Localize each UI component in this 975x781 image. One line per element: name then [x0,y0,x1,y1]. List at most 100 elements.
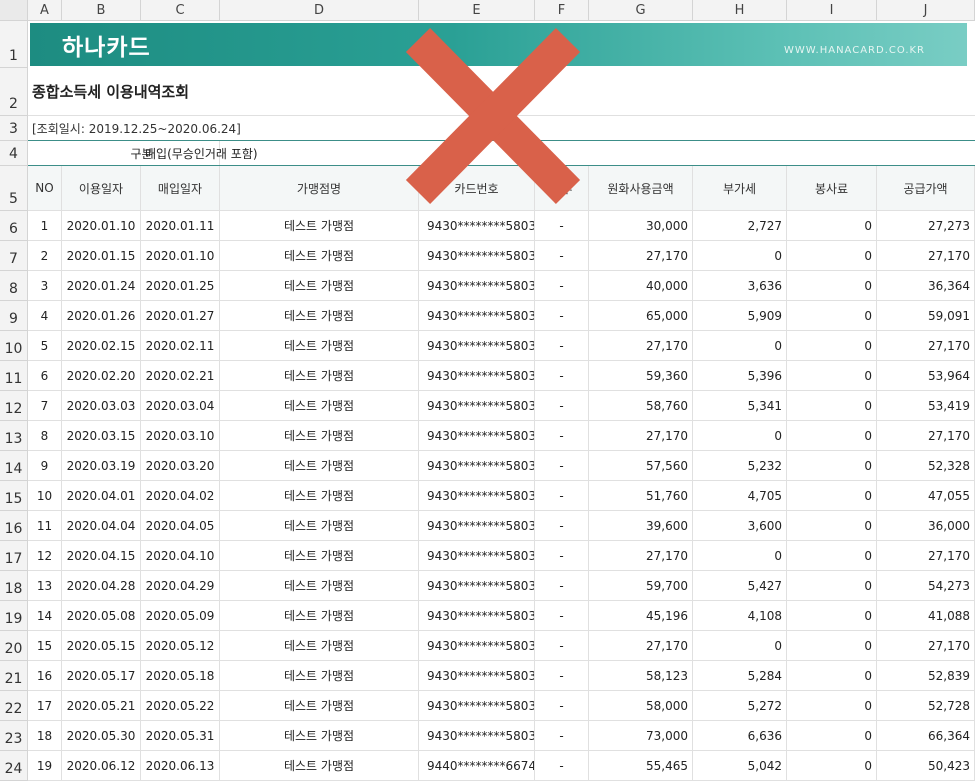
table-cell-c[interactable]: 2020.04.29 [141,571,220,601]
table-cell-d[interactable]: 테스트 가맹점 [220,241,419,271]
table-cell-a[interactable]: 1 [28,211,62,241]
table-cell-g[interactable]: 58,760 [589,391,693,421]
table-cell-b[interactable]: 2020.01.26 [62,301,141,331]
table-cell-e[interactable]: 9430********5803 [419,691,535,721]
table-cell-b[interactable]: 2020.01.24 [62,271,141,301]
table-cell-e[interactable]: 9430********5803 [419,421,535,451]
table-cell-h[interactable]: 2,727 [693,211,787,241]
table-cell-c[interactable]: 2020.05.12 [141,631,220,661]
table-cell-d[interactable]: 테스트 가맹점 [220,271,419,301]
table-cell-b[interactable]: 2020.04.28 [62,571,141,601]
table-cell-j[interactable]: 59,091 [877,301,975,331]
column-header-g[interactable]: G [589,0,693,21]
table-header-b[interactable]: 이용일자 [62,166,141,211]
table-cell-g[interactable]: 27,170 [589,421,693,451]
row-header-16[interactable]: 16 [0,511,28,541]
table-cell-i[interactable]: 0 [787,271,877,301]
column-header-e[interactable]: E [419,0,535,21]
table-cell-c[interactable]: 2020.01.27 [141,301,220,331]
table-cell-j[interactable]: 47,055 [877,481,975,511]
table-cell-b[interactable]: 2020.05.30 [62,721,141,751]
table-cell-i[interactable]: 0 [787,541,877,571]
table-cell-f[interactable]: - [535,331,589,361]
row-header-23[interactable]: 23 [0,721,28,751]
table-cell-i[interactable]: 0 [787,661,877,691]
table-cell-j[interactable]: 52,328 [877,451,975,481]
table-cell-i[interactable]: 0 [787,691,877,721]
table-cell-c[interactable]: 2020.02.21 [141,361,220,391]
table-cell-e[interactable]: 9430********5803 [419,451,535,481]
table-cell-b[interactable]: 2020.04.04 [62,511,141,541]
table-cell-d[interactable]: 테스트 가맹점 [220,481,419,511]
table-cell-h[interactable]: 5,427 [693,571,787,601]
table-cell-a[interactable]: 13 [28,571,62,601]
table-cell-f[interactable]: - [535,571,589,601]
table-cell-g[interactable]: 27,170 [589,541,693,571]
table-cell-e[interactable]: 9430********5803 [419,391,535,421]
table-cell-e[interactable]: 9430********5803 [419,661,535,691]
table-cell-b[interactable]: 2020.04.15 [62,541,141,571]
table-cell-c[interactable]: 2020.01.25 [141,271,220,301]
table-cell-g[interactable]: 51,760 [589,481,693,511]
table-cell-d[interactable]: 테스트 가맹점 [220,691,419,721]
select-all-corner[interactable] [0,0,28,21]
table-cell-c[interactable]: 2020.05.31 [141,721,220,751]
table-cell-j[interactable]: 27,170 [877,241,975,271]
row-header-7[interactable]: 7 [0,241,28,271]
column-header-b[interactable]: B [62,0,141,21]
row-header-20[interactable]: 20 [0,631,28,661]
table-cell-f[interactable]: - [535,661,589,691]
table-cell-h[interactable]: 4,108 [693,601,787,631]
table-cell-g[interactable]: 40,000 [589,271,693,301]
table-cell-g[interactable]: 59,700 [589,571,693,601]
table-cell-h[interactable]: 0 [693,241,787,271]
table-cell-h[interactable]: 4,705 [693,481,787,511]
table-header-g[interactable]: 원화사용금액 [589,166,693,211]
row-header-9[interactable]: 9 [0,301,28,331]
table-cell-e[interactable]: 9430********5803 [419,481,535,511]
table-header-h[interactable]: 부가세 [693,166,787,211]
column-header-a[interactable]: A [28,0,62,21]
table-cell-e[interactable]: 9430********5803 [419,601,535,631]
table-cell-d[interactable]: 테스트 가맹점 [220,361,419,391]
table-cell-f[interactable]: - [535,511,589,541]
table-cell-g[interactable]: 30,000 [589,211,693,241]
table-cell-j[interactable]: 27,170 [877,541,975,571]
table-cell-a[interactable]: 17 [28,691,62,721]
table-cell-c[interactable]: 2020.05.18 [141,661,220,691]
table-header-d[interactable]: 가맹점명 [220,166,419,211]
row-header-3[interactable]: 3 [0,116,28,141]
table-cell-j[interactable]: 41,088 [877,601,975,631]
table-cell-e[interactable]: 9430********5803 [419,511,535,541]
table-cell-c[interactable]: 2020.03.04 [141,391,220,421]
query-period[interactable]: [조회일시: 2019.12.25~2020.06.24] [28,116,975,141]
row-header-17[interactable]: 17 [0,541,28,571]
table-cell-i[interactable]: 0 [787,451,877,481]
row-header-19[interactable]: 19 [0,601,28,631]
table-cell-h[interactable]: 0 [693,331,787,361]
table-cell-d[interactable]: 테스트 가맹점 [220,511,419,541]
table-cell-i[interactable]: 0 [787,361,877,391]
row-header-5[interactable]: 5 [0,166,28,211]
table-cell-j[interactable]: 53,964 [877,361,975,391]
table-cell-i[interactable]: 0 [787,301,877,331]
row-header-21[interactable]: 21 [0,661,28,691]
column-header-f[interactable]: F [535,0,589,21]
table-cell-a[interactable]: 5 [28,331,62,361]
row-header-22[interactable]: 22 [0,691,28,721]
table-cell-h[interactable]: 3,600 [693,511,787,541]
table-cell-c[interactable]: 2020.05.22 [141,691,220,721]
table-cell-j[interactable]: 27,170 [877,631,975,661]
table-cell-i[interactable]: 0 [787,211,877,241]
table-cell-e[interactable]: 9430********5803 [419,211,535,241]
table-cell-e[interactable]: 9430********5803 [419,721,535,751]
table-header-f[interactable]: 할부 [535,166,589,211]
table-cell-d[interactable]: 테스트 가맹점 [220,421,419,451]
table-cell-j[interactable]: 27,170 [877,421,975,451]
row-header-18[interactable]: 18 [0,571,28,601]
table-cell-f[interactable]: - [535,421,589,451]
table-cell-j[interactable]: 54,273 [877,571,975,601]
table-cell-g[interactable]: 59,360 [589,361,693,391]
table-header-j[interactable]: 공급가액 [877,166,975,211]
table-cell-d[interactable]: 테스트 가맹점 [220,631,419,661]
